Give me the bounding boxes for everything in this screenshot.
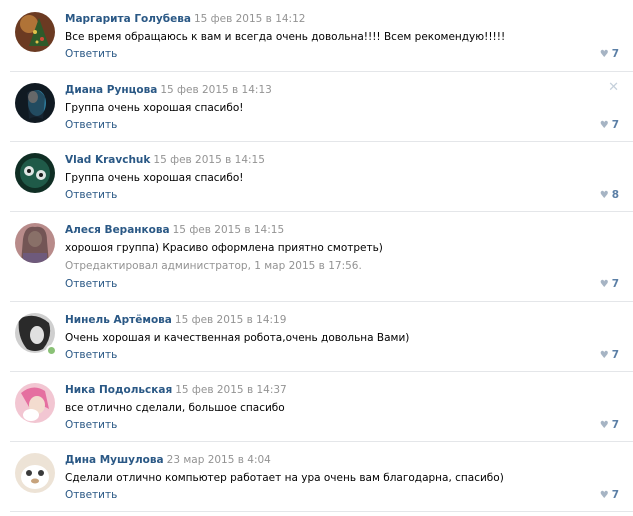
like-count: 8 bbox=[611, 189, 619, 201]
heart-icon: ♥ bbox=[599, 350, 609, 361]
reply-link[interactable]: Ответить bbox=[65, 419, 117, 432]
like-count: 7 bbox=[611, 119, 619, 131]
comment-text: все отлично сделали, большое спасибо bbox=[65, 402, 285, 414]
avatar[interactable] bbox=[15, 453, 55, 493]
comment-item: Маргарита Голубева 15 фев 2015 в 14:12 Вс… bbox=[0, 0, 633, 70]
avatar[interactable] bbox=[15, 383, 55, 423]
comment-separator bbox=[10, 211, 633, 212]
like-button[interactable]: ♥ 7 bbox=[600, 278, 619, 291]
author-name[interactable]: Ника Подольская bbox=[65, 384, 172, 396]
comment-header: Vlad Kravchuk 15 фев 2015 в 14:15 bbox=[65, 154, 265, 167]
comment-date[interactable]: 15 фев 2015 в 14:13 bbox=[160, 84, 272, 96]
edited-note: Отредактировал администратор, 1 мар 2015… bbox=[65, 260, 362, 272]
like-button[interactable]: ♥ 7 bbox=[600, 489, 619, 502]
author-name[interactable]: Диана Рунцова bbox=[65, 84, 157, 96]
like-button[interactable]: ♥ 7 bbox=[600, 419, 619, 432]
reply-link[interactable]: Ответить bbox=[65, 349, 117, 362]
heart-icon: ♥ bbox=[599, 49, 609, 60]
heart-icon: ♥ bbox=[599, 190, 609, 201]
reply-link[interactable]: Ответить bbox=[65, 48, 117, 61]
heart-icon: ♥ bbox=[599, 490, 609, 501]
author-name[interactable]: Vlad Kravchuk bbox=[65, 154, 150, 166]
comments-list: Маргарита Голубева 15 фев 2015 в 14:12 Вс… bbox=[0, 0, 633, 516]
comment-header: Диана Рунцова 15 фев 2015 в 14:13 bbox=[65, 84, 272, 97]
comment-separator bbox=[10, 141, 633, 142]
comment-header: Нинель Артёмова 15 фев 2015 в 14:19 bbox=[65, 314, 286, 327]
avatar[interactable] bbox=[15, 223, 55, 263]
author-name[interactable]: Дина Мушулова bbox=[65, 454, 164, 466]
comment-separator bbox=[10, 301, 633, 302]
heart-icon: ♥ bbox=[599, 420, 609, 431]
comment-separator bbox=[10, 511, 633, 512]
comment-separator bbox=[10, 371, 633, 372]
like-button[interactable]: ♥ 7 bbox=[600, 48, 619, 61]
like-button[interactable]: ♥ 7 bbox=[600, 119, 619, 132]
comment-item: Нинель Артёмова 15 фев 2015 в 14:19 Очень… bbox=[0, 301, 633, 371]
reply-link[interactable]: Ответить bbox=[65, 189, 117, 202]
like-count: 7 bbox=[611, 349, 619, 361]
comment-item: Алеся Веранкова 15 фев 2015 в 14:15 хорош… bbox=[0, 211, 633, 301]
heart-icon: ♥ bbox=[599, 120, 609, 131]
comment-item: Ника Подольская 15 фев 2015 в 14:37 все о… bbox=[0, 371, 633, 441]
like-button[interactable]: ♥ 8 bbox=[600, 189, 619, 202]
reply-link[interactable]: Ответить bbox=[65, 119, 117, 132]
reply-link[interactable]: Ответить bbox=[65, 278, 117, 291]
avatar[interactable] bbox=[15, 83, 55, 123]
like-button[interactable]: ♥ 7 bbox=[600, 349, 619, 362]
comment-item: Диана Рунцова 15 фев 2015 в 14:13 ✕ Групп… bbox=[0, 71, 633, 141]
like-count: 7 bbox=[611, 48, 619, 60]
comment-date[interactable]: 15 фев 2015 в 14:15 bbox=[153, 154, 265, 166]
comment-item: Дина Мушулова 23 мар 2015 в 4:04 Сделали … bbox=[0, 441, 633, 512]
comment-separator bbox=[10, 441, 633, 442]
avatar[interactable] bbox=[15, 12, 55, 52]
author-name[interactable]: Алеся Веранкова bbox=[65, 224, 170, 236]
comment-text: Все время обращаюсь к вам и всегда очень… bbox=[65, 31, 506, 43]
comment-text: Сделали отлично компьютер работает на ур… bbox=[65, 472, 504, 484]
comment-header: Ника Подольская 15 фев 2015 в 14:37 bbox=[65, 384, 287, 397]
comment-header: Маргарита Голубева 15 фев 2015 в 14:12 bbox=[65, 13, 305, 26]
like-count: 7 bbox=[611, 278, 619, 290]
comment-text: Очень хорошая и качественная робота,очен… bbox=[65, 332, 410, 344]
comment-header: Дина Мушулова 23 мар 2015 в 4:04 bbox=[65, 454, 271, 467]
comment-date[interactable]: 23 мар 2015 в 4:04 bbox=[167, 454, 271, 466]
author-name[interactable]: Маргарита Голубева bbox=[65, 13, 191, 25]
like-count: 7 bbox=[611, 419, 619, 431]
comment-text: хорошоя группа) Красиво оформлена приятн… bbox=[65, 242, 383, 254]
avatar[interactable] bbox=[15, 153, 55, 193]
close-icon[interactable]: ✕ bbox=[608, 81, 619, 94]
comment-separator bbox=[10, 71, 633, 72]
comment-date[interactable]: 15 фев 2015 в 14:19 bbox=[175, 314, 287, 326]
heart-icon: ♥ bbox=[599, 279, 609, 290]
comment-text: Группа очень хорошая спасибо! bbox=[65, 102, 244, 114]
online-indicator bbox=[46, 345, 57, 356]
comment-item: Vlad Kravchuk 15 фев 2015 в 14:15 Группа … bbox=[0, 141, 633, 211]
comment-date[interactable]: 15 фев 2015 в 14:37 bbox=[175, 384, 287, 396]
comment-date[interactable]: 15 фев 2015 в 14:15 bbox=[173, 224, 285, 236]
like-count: 7 bbox=[611, 489, 619, 501]
author-name[interactable]: Нинель Артёмова bbox=[65, 314, 172, 326]
reply-link[interactable]: Ответить bbox=[65, 489, 117, 502]
comment-header: Алеся Веранкова 15 фев 2015 в 14:15 bbox=[65, 224, 284, 237]
comment-text: Группа очень хорошая спасибо! bbox=[65, 172, 244, 184]
comment-date[interactable]: 15 фев 2015 в 14:12 bbox=[194, 13, 306, 25]
